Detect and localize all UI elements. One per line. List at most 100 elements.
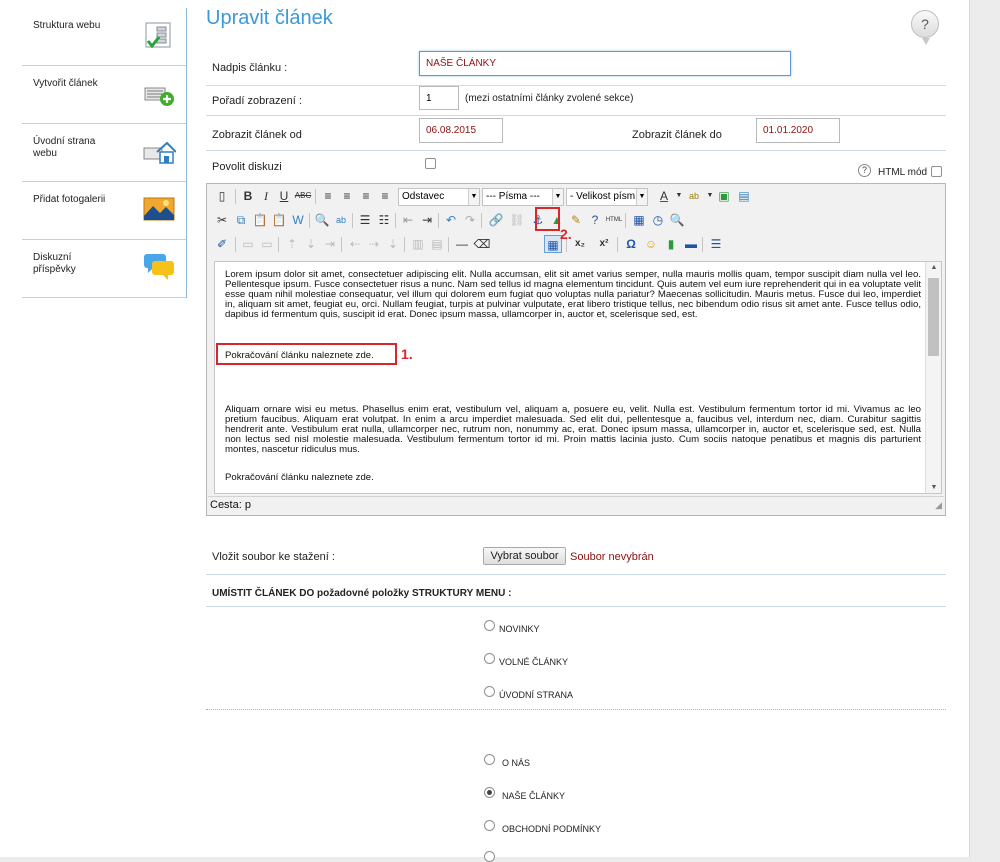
sidebar-item-label: Diskuzní příspěvky: [33, 252, 76, 275]
divider: [206, 606, 946, 607]
radio-uvodni-strana[interactable]: [484, 686, 495, 697]
scroll-up-icon[interactable]: ▲: [926, 264, 941, 271]
homepage-icon: [143, 141, 176, 164]
font-select[interactable]: --- Písma --- ▼: [482, 188, 564, 206]
edit-icon[interactable]: ✐: [213, 235, 231, 253]
split-cells-icon[interactable]: ▥: [409, 235, 427, 253]
headline-label: Nadpis článku :: [212, 62, 288, 74]
scroll-down-icon[interactable]: ▼: [926, 484, 941, 491]
sidebar-item-photo-gallery[interactable]: Přidat fotogalerii: [22, 182, 186, 240]
date-from-input[interactable]: 06.08.2015: [419, 118, 503, 143]
unlink-icon[interactable]: ⛓: [508, 211, 526, 229]
html-mode-help-icon[interactable]: ?: [858, 164, 871, 177]
editor-toolbar-row-2: ✂ ⧉ 📋 📋 W 🔍 ab ☰ ☷ ⇤ ⇥ ↶ ↷ 🔗 ⛓ ⚓ ▲ ✎ ? H…: [211, 211, 943, 231]
col-after-icon[interactable]: ⇢: [365, 235, 383, 253]
radio-nase-clanky[interactable]: [484, 787, 495, 798]
sidebar-item-homepage[interactable]: Úvodní strana webu: [22, 124, 186, 182]
merge-cells-icon[interactable]: ▤: [428, 235, 446, 253]
delete-col-icon[interactable]: ⇣: [384, 235, 402, 253]
editor-content[interactable]: Lorem ipsum dolor sit amet, consectetuer…: [214, 261, 942, 494]
html-mode-checkbox[interactable]: [931, 166, 942, 177]
insert-image-icon[interactable]: ▣: [715, 187, 733, 205]
eraser-icon[interactable]: ⌫: [473, 235, 491, 253]
numbered-list-icon[interactable]: ☷: [375, 211, 393, 229]
discussion-checkbox[interactable]: [425, 158, 436, 169]
align-center-icon[interactable]: ≡: [338, 187, 356, 205]
fullscreen-icon[interactable]: ☰: [707, 235, 725, 253]
scroll-thumb[interactable]: [928, 278, 939, 356]
headline-input[interactable]: NAŠE ČLÁNKY: [419, 51, 791, 76]
radio-obchodni-podminky[interactable]: [484, 820, 495, 831]
sidebar-item-site-structure[interactable]: Struktura webu: [22, 8, 186, 66]
choose-file-button[interactable]: Vybrat soubor: [483, 547, 566, 565]
bold-icon[interactable]: B: [239, 187, 257, 205]
table-row-props-icon[interactable]: ▭: [239, 235, 257, 253]
underline-icon[interactable]: U: [275, 187, 293, 205]
sidebar-item-create-article[interactable]: Vytvořit článek: [22, 66, 186, 124]
cut-icon[interactable]: ✂: [213, 211, 231, 229]
superscript-icon[interactable]: x²: [595, 235, 613, 253]
insert-time-icon[interactable]: ◷: [649, 211, 667, 229]
find-icon[interactable]: 🔍: [313, 211, 331, 229]
format-select[interactable]: Odstavec ▼: [398, 188, 480, 206]
undo-icon[interactable]: ↶: [442, 211, 460, 229]
link-icon[interactable]: 🔗: [487, 211, 505, 229]
indent-icon[interactable]: ⇥: [418, 211, 436, 229]
preview-icon[interactable]: 🔍: [668, 211, 686, 229]
sidebar: Struktura webu Vytvořit článek Úvodní st…: [22, 8, 187, 298]
order-input[interactable]: 1: [419, 86, 459, 110]
editor-scrollbar[interactable]: ▲ ▼: [925, 262, 941, 493]
outdent-icon[interactable]: ⇤: [399, 211, 417, 229]
paste-text-icon[interactable]: 📋: [270, 211, 288, 229]
spacer-icon[interactable]: ▬: [682, 235, 700, 253]
page-frame: Struktura webu Vytvořit článek Úvodní st…: [0, 0, 970, 862]
html-source-icon[interactable]: HTML: [605, 211, 623, 229]
resize-handle-icon[interactable]: ◢: [935, 500, 942, 511]
radio-volne-clanky[interactable]: [484, 653, 495, 664]
dotted-divider: [206, 709, 946, 710]
radio-label: NAŠE ČLÁNKY: [502, 791, 566, 801]
radio-o-nas[interactable]: [484, 754, 495, 765]
new-document-icon[interactable]: ▯: [213, 187, 231, 205]
insert-date-icon[interactable]: ▦: [630, 211, 648, 229]
sidebar-item-label: Přidat fotogalerii: [33, 194, 106, 205]
font-size-select[interactable]: - Velikost písm ▼: [566, 188, 648, 206]
copy-icon[interactable]: ⧉: [232, 211, 250, 229]
table-cell-props-icon[interactable]: ▭: [258, 235, 276, 253]
radio-label: O NÁS: [502, 758, 531, 768]
radio-novinky[interactable]: [484, 620, 495, 631]
headline-row: Nadpis článku : NAŠE ČLÁNKY: [206, 50, 946, 86]
help-button[interactable]: ?: [911, 10, 939, 45]
paste-icon[interactable]: 📋: [251, 211, 269, 229]
date-to-input[interactable]: 01.01.2020: [756, 118, 840, 143]
media-icon[interactable]: ▮: [662, 235, 680, 253]
page-title: Upravit článek: [206, 7, 333, 29]
col-before-icon[interactable]: ⇠: [346, 235, 364, 253]
paste-word-icon[interactable]: W: [289, 211, 307, 229]
emoticon-icon[interactable]: ☺: [642, 235, 660, 253]
page-icon[interactable]: ▤: [735, 187, 753, 205]
site-structure-icon: [145, 22, 171, 49]
delete-row-icon[interactable]: ⇥: [321, 235, 339, 253]
subscript-icon[interactable]: x₂: [571, 235, 589, 253]
special-char-icon[interactable]: Ω: [622, 235, 640, 253]
align-justify-icon[interactable]: ≡: [376, 187, 394, 205]
html-mode-label: HTML mód: [878, 167, 928, 178]
help-circle-icon[interactable]: ?: [586, 211, 604, 229]
format-select-value: Odstavec: [402, 191, 445, 202]
italic-icon[interactable]: I: [257, 187, 275, 205]
sidebar-item-discussion[interactable]: Diskuzní příspěvky: [22, 240, 186, 298]
annotation-2: 2.: [560, 226, 572, 242]
menu-section-heading: UMÍSTIT ČLÁNEK DO požadovné položky STRU…: [212, 588, 512, 599]
strikethrough-icon[interactable]: ABC: [294, 187, 312, 205]
redo-icon[interactable]: ↷: [461, 211, 479, 229]
bulleted-list-icon[interactable]: ☰: [356, 211, 374, 229]
replace-icon[interactable]: ab: [332, 211, 350, 229]
chevron-down-icon: ▼: [468, 189, 479, 205]
horizontal-rule-icon[interactable]: —: [453, 235, 471, 253]
file-status: Soubor nevybrán: [570, 551, 654, 563]
align-right-icon[interactable]: ≡: [357, 187, 375, 205]
row-after-icon[interactable]: ⇣: [302, 235, 320, 253]
align-left-icon[interactable]: ≡: [319, 187, 337, 205]
row-before-icon[interactable]: ⇡: [283, 235, 301, 253]
